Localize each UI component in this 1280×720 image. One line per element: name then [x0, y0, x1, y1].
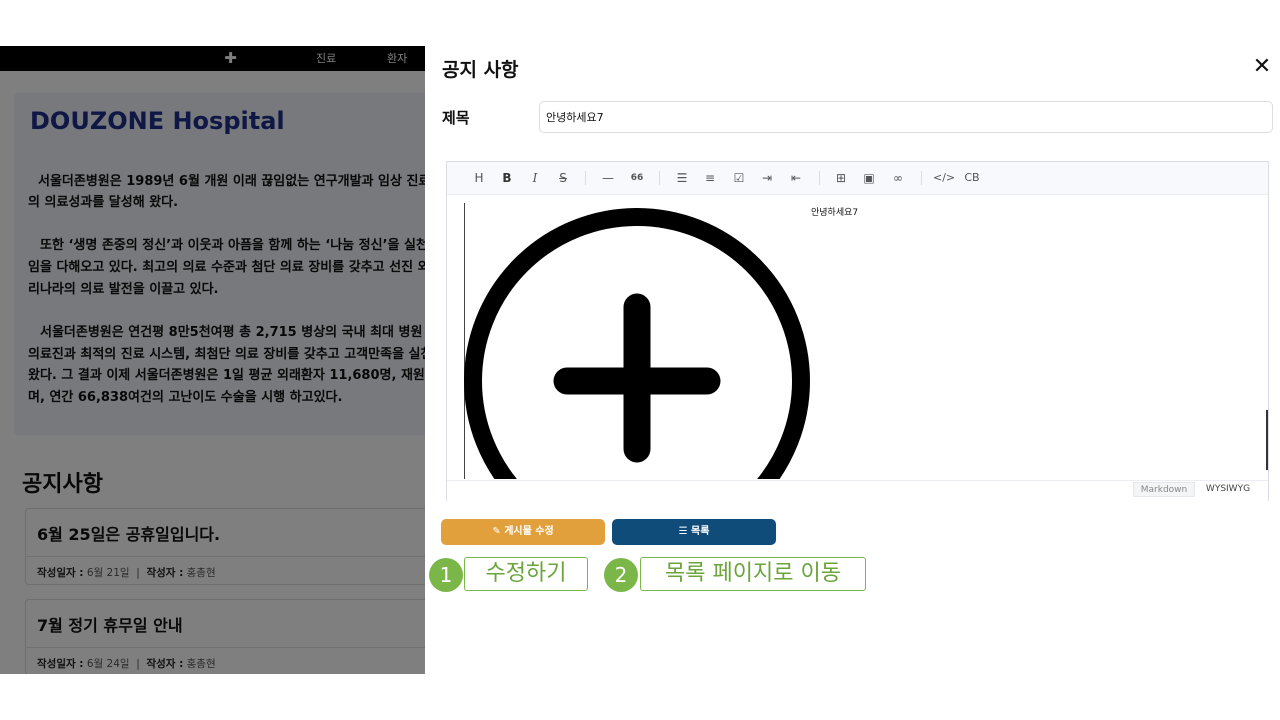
tab-markdown[interactable]: Markdown [1133, 482, 1195, 497]
link-icon[interactable]: ∞ [889, 169, 907, 187]
tab-wysiwyg[interactable]: WYSIWYG [1197, 482, 1259, 497]
subject-input[interactable] [539, 101, 1273, 133]
quote-icon[interactable]: 66 [628, 169, 646, 187]
bold-icon[interactable]: B [499, 169, 515, 187]
heading-icon[interactable]: H [471, 169, 487, 187]
modal-title: 공지 사항 [442, 59, 519, 81]
toolbar-divider [819, 171, 820, 185]
code-icon[interactable]: </> [933, 169, 955, 187]
step-number-badge: 1 [429, 558, 463, 592]
step-label: 목록 페이지로 이동 [640, 557, 866, 591]
edit-post-button[interactable]: ✎ 게시물 수정 [441, 519, 605, 545]
edit-icon: ✎ [492, 526, 501, 537]
step-number-badge: 2 [604, 558, 638, 592]
close-icon[interactable]: ✕ [1251, 56, 1273, 78]
ordered-list-icon[interactable]: ≡ [701, 169, 719, 187]
outdent-icon[interactable]: ⇤ [787, 169, 805, 187]
toolbar-divider [659, 171, 660, 185]
plus-circle-icon [464, 208, 810, 479]
editor-text: 안녕하세요7 [811, 208, 859, 218]
modal-backdrop[interactable] [0, 46, 425, 674]
list-button[interactable]: ☰ 목록 [612, 519, 776, 545]
editor-toolbar: H B I S — 66 ☰ ≡ ☑ ⇥ ⇤ ⊞ ▣ ∞ </> CB [447, 162, 1268, 195]
image-icon[interactable]: ▣ [860, 169, 878, 187]
background-page: ✚ 진료 환자 DOUZONE Hospital 서울더존병원은 1989년 6… [0, 46, 425, 674]
list-icon: ☰ [678, 526, 688, 537]
hr-icon[interactable]: — [599, 169, 617, 187]
task-list-icon[interactable]: ☑ [730, 169, 748, 187]
italic-icon[interactable]: I [527, 169, 543, 187]
table-icon[interactable]: ⊞ [832, 169, 850, 187]
editor-content[interactable]: 안녕하세요7 [447, 195, 1268, 479]
subject-label: 제목 [442, 109, 470, 127]
step-label: 수정하기 [464, 557, 588, 591]
editor-mode-switch: Markdown WYSIWYG [447, 480, 1268, 501]
rich-text-editor[interactable]: H B I S — 66 ☰ ≡ ☑ ⇥ ⇤ ⊞ ▣ ∞ </> CB 안녕하세… [446, 161, 1269, 501]
editor-scrollbar[interactable] [1266, 410, 1268, 470]
codeblock-icon[interactable]: CB [962, 169, 982, 187]
strike-icon[interactable]: S [555, 169, 571, 187]
toolbar-divider [585, 171, 586, 185]
edit-post-label: 게시물 수정 [504, 526, 554, 537]
list-label: 목록 [691, 526, 710, 537]
toolbar-divider [921, 171, 922, 185]
bullet-list-icon[interactable]: ☰ [673, 169, 691, 187]
indent-icon[interactable]: ⇥ [758, 169, 776, 187]
